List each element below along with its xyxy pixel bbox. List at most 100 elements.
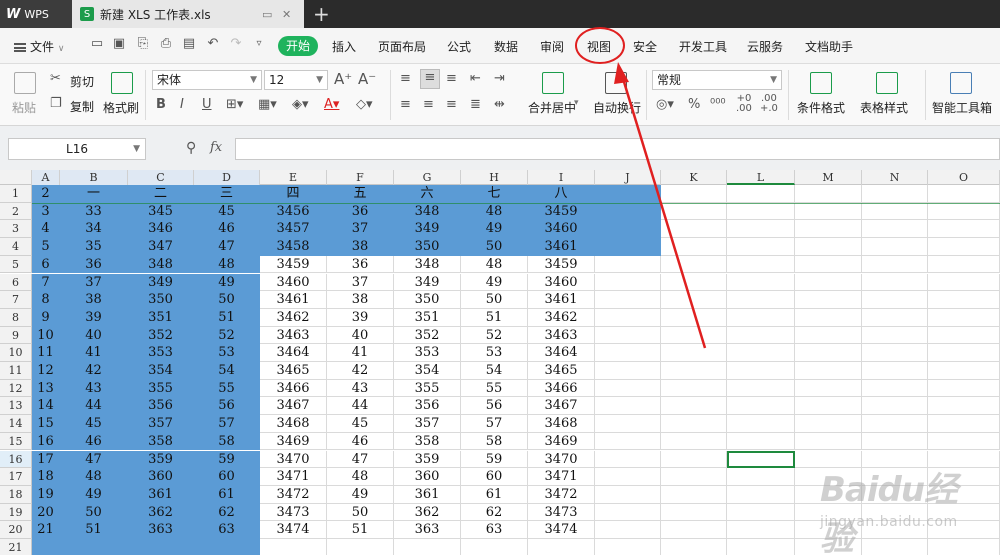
cell-a2[interactable]: 3 (32, 202, 60, 221)
bold-icon[interactable]: B (156, 97, 166, 113)
cell-h9[interactable]: 52 (461, 326, 528, 345)
cell-h12[interactable]: 55 (461, 379, 528, 398)
cell-n12[interactable] (862, 379, 928, 398)
formula-input[interactable] (235, 138, 1000, 160)
cell-n1[interactable] (862, 185, 928, 203)
italic-icon[interactable]: I (180, 97, 184, 113)
row-header-10[interactable]: 10 (0, 344, 32, 362)
row-header-15[interactable]: 15 (0, 432, 32, 451)
open-folder-icon[interactable]: ▭ (90, 37, 104, 51)
cell-f15[interactable]: 46 (327, 432, 394, 451)
paste-icon[interactable] (14, 72, 36, 94)
number-format-select[interactable]: 常规 ▼ (652, 70, 782, 90)
cell-e8[interactable]: 3462 (260, 308, 327, 327)
conditional-format-icon[interactable] (810, 72, 832, 94)
cell-a10[interactable]: 11 (32, 344, 60, 362)
paste-label[interactable]: 粘贴 (12, 99, 36, 116)
cell-b1[interactable]: 一 (60, 185, 128, 203)
column-header-c[interactable]: C (128, 170, 194, 185)
cell-c4[interactable]: 347 (128, 238, 194, 256)
copy-icon[interactable]: ❐ (50, 96, 62, 112)
cell-d2[interactable]: 45 (194, 202, 260, 221)
cell-j4[interactable] (595, 238, 661, 256)
cell-d14[interactable]: 57 (194, 415, 260, 433)
cell-e20[interactable]: 3474 (260, 521, 327, 539)
row-header-12[interactable]: 12 (0, 379, 32, 398)
undo-icon[interactable]: ↶ (206, 37, 220, 51)
cell-h5[interactable]: 48 (461, 255, 528, 274)
row-header-6[interactable]: 6 (0, 273, 32, 292)
cell-l12[interactable] (727, 379, 795, 398)
cell-a16[interactable]: 17 (32, 450, 60, 469)
cell-o2[interactable] (928, 202, 1000, 221)
row-header-21[interactable]: 21 (0, 539, 32, 555)
cell-d18[interactable]: 61 (194, 485, 260, 504)
cell-e16[interactable]: 3470 (260, 450, 327, 469)
row-header-5[interactable]: 5 (0, 255, 32, 274)
cell-b18[interactable]: 49 (60, 485, 128, 504)
cell-l21[interactable] (727, 539, 795, 555)
cell-g6[interactable]: 349 (394, 273, 461, 292)
cell-a19[interactable]: 20 (32, 503, 60, 522)
cell-i12[interactable]: 3466 (528, 379, 595, 398)
cell-a11[interactable]: 12 (32, 362, 60, 380)
column-header-j[interactable]: J (595, 170, 661, 185)
cell-j2[interactable] (595, 202, 661, 221)
cell-o5[interactable] (928, 255, 1000, 274)
cell-a8[interactable]: 9 (32, 308, 60, 327)
cell-e7[interactable]: 3461 (260, 291, 327, 309)
cell-i9[interactable]: 3463 (528, 326, 595, 345)
cell-f19[interactable]: 50 (327, 503, 394, 522)
cell-g18[interactable]: 361 (394, 485, 461, 504)
tab-start[interactable]: 开始 (278, 36, 318, 56)
cell-n7[interactable] (862, 291, 928, 309)
cell-c1[interactable]: 二 (128, 185, 194, 203)
merge-center-label[interactable]: 合并居中 (528, 99, 576, 116)
cell-o7[interactable] (928, 291, 1000, 309)
row-header-16[interactable]: 16 (0, 450, 32, 469)
cell-n3[interactable] (862, 220, 928, 239)
cell-l1[interactable] (727, 185, 795, 203)
row-header-20[interactable]: 20 (0, 521, 32, 539)
cut-icon[interactable]: ✂ (50, 71, 61, 87)
customize-dropdown-icon[interactable]: ▿ (252, 37, 266, 51)
table-style-icon[interactable] (876, 72, 898, 94)
row-header-17[interactable]: 17 (0, 468, 32, 486)
zoom-search-icon[interactable]: ⚲ (186, 140, 196, 156)
cell-a13[interactable]: 14 (32, 397, 60, 416)
cell-a4[interactable]: 5 (32, 238, 60, 256)
increase-indent-icon[interactable]: ⇥ (494, 71, 505, 87)
column-header-i[interactable]: I (528, 170, 595, 185)
cell-i5[interactable]: 3459 (528, 255, 595, 274)
cell-n5[interactable] (862, 255, 928, 274)
cell-e4[interactable]: 3458 (260, 238, 327, 256)
border-icon[interactable]: ⊞▾ (226, 97, 243, 113)
conditional-format-label[interactable]: 条件格式 (797, 99, 845, 116)
cell-m6[interactable] (795, 273, 862, 292)
cell-c15[interactable]: 358 (128, 432, 194, 451)
cell-e18[interactable]: 3472 (260, 485, 327, 504)
increase-decimal-icon[interactable]: +0.00 (736, 94, 752, 114)
row-header-1[interactable]: 1 (0, 185, 32, 203)
cell-c5[interactable]: 348 (128, 255, 194, 274)
cell-h7[interactable]: 50 (461, 291, 528, 309)
cell-k8[interactable] (661, 308, 727, 327)
cell-f4[interactable]: 38 (327, 238, 394, 256)
cell-h21[interactable] (461, 539, 528, 555)
cell-c20[interactable]: 363 (128, 521, 194, 539)
cell-l8[interactable] (727, 308, 795, 327)
cell-j9[interactable] (595, 326, 661, 345)
cell-a17[interactable]: 18 (32, 468, 60, 486)
cell-k18[interactable] (661, 485, 727, 504)
cell-a5[interactable]: 6 (32, 255, 60, 274)
cell-j1[interactable] (595, 185, 661, 203)
cell-c11[interactable]: 354 (128, 362, 194, 380)
wrap-text-icon[interactable] (605, 72, 627, 94)
align-middle-icon[interactable]: ≡ (420, 69, 440, 89)
cell-b8[interactable]: 39 (60, 308, 128, 327)
new-tab-button[interactable]: + (313, 2, 330, 26)
cell-g10[interactable]: 353 (394, 344, 461, 362)
format-painter-label[interactable]: 格式刷 (103, 99, 139, 116)
cell-c6[interactable]: 349 (128, 273, 194, 292)
cell-g8[interactable]: 351 (394, 308, 461, 327)
